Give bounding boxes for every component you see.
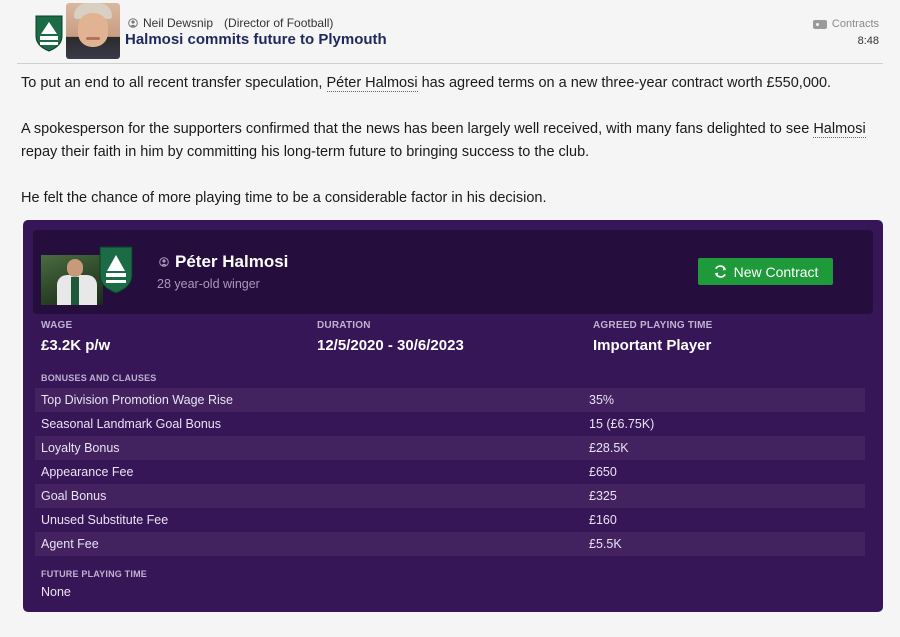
wage-label: WAGE [41,320,73,331]
bonus-name: Goal Bonus [41,489,107,503]
tag-icon [812,19,827,29]
bonus-value: £325 [589,489,617,503]
bonus-value: £160 [589,513,617,527]
bonus-value: 15 (£6.75K) [589,417,655,431]
bonus-name: Agent Fee [41,537,99,551]
club-badge-icon[interactable] [98,245,134,295]
bonus-name: Seasonal Landmark Goal Bonus [41,417,221,431]
message-header: Neil Dewsnip (Director of Football) Halm… [0,0,900,64]
sender-name[interactable]: Neil Dewsnip [143,16,213,30]
duration-label: DURATION [317,320,371,331]
bonus-table: Top Division Promotion Wage Rise 35% Sea… [35,388,865,556]
contract-card: Péter Halmosi 28 year-old winger New Con… [23,220,883,612]
message-subject: Halmosi commits future to Plymouth [125,31,387,48]
player-link[interactable]: Péter Halmosi [326,75,418,92]
paragraph-3: He felt the chance of more playing time … [21,190,547,206]
wage-value: £3.2K p/w [41,337,111,354]
paragraph-2: A spokesperson for the supporters confir… [21,121,866,160]
new-contract-label: New Contract [733,263,819,280]
table-row: Seasonal Landmark Goal Bonus 15 (£6.75K) [35,412,865,436]
playing-time-label: AGREED PLAYING TIME [593,320,713,331]
tag-label: Contracts [831,18,879,30]
table-row: Agent Fee £5.5K [35,532,865,556]
bonus-name: Appearance Fee [41,465,134,479]
bonus-value: £5.5K [589,537,622,551]
sender-role: (Director of Football) [224,16,334,30]
bonus-name: Top Division Promotion Wage Rise [41,393,233,407]
table-row: Unused Substitute Fee £160 [35,508,865,532]
sender-row: Neil Dewsnip (Director of Football) [128,16,333,30]
table-row: Goal Bonus £325 [35,484,865,508]
club-badge-icon [35,15,63,52]
new-contract-button[interactable]: New Contract [698,258,833,285]
future-playing-time-value: None [41,585,71,599]
future-playing-time-label: FUTURE PLAYING TIME [41,569,147,579]
bonus-value: £650 [589,465,617,479]
person-icon [128,18,138,28]
table-row: Appearance Fee £650 [35,460,865,484]
bonus-name: Loyalty Bonus [41,441,120,455]
sender-photo[interactable] [66,3,120,59]
table-row: Loyalty Bonus £28.5K [35,436,865,460]
person-icon [159,257,169,267]
duration-value: 12/5/2020 - 30/6/2023 [317,337,464,354]
header-divider [17,63,883,64]
bonuses-label: BONUSES AND CLAUSES [41,373,157,383]
player-header: Péter Halmosi 28 year-old winger New Con… [33,230,873,314]
player-name[interactable]: Péter Halmosi [175,252,288,272]
player-photo[interactable] [41,255,103,305]
player-description: 28 year-old winger [157,277,260,291]
player-name-row: Péter Halmosi [159,252,288,272]
playing-time-value: Important Player [593,337,712,354]
player-link[interactable]: Halmosi [813,121,866,138]
bonus-value: 35% [589,393,615,407]
bonus-name: Unused Substitute Fee [41,513,169,527]
paragraph-1: To put an end to all recent transfer spe… [21,75,832,92]
bonus-value: £28.5K [589,441,629,455]
table-row: Top Division Promotion Wage Rise 35% [35,388,865,412]
refresh-icon [714,265,726,278]
message-time: 8:48 [857,35,879,47]
message-tag: Contracts [812,18,879,30]
